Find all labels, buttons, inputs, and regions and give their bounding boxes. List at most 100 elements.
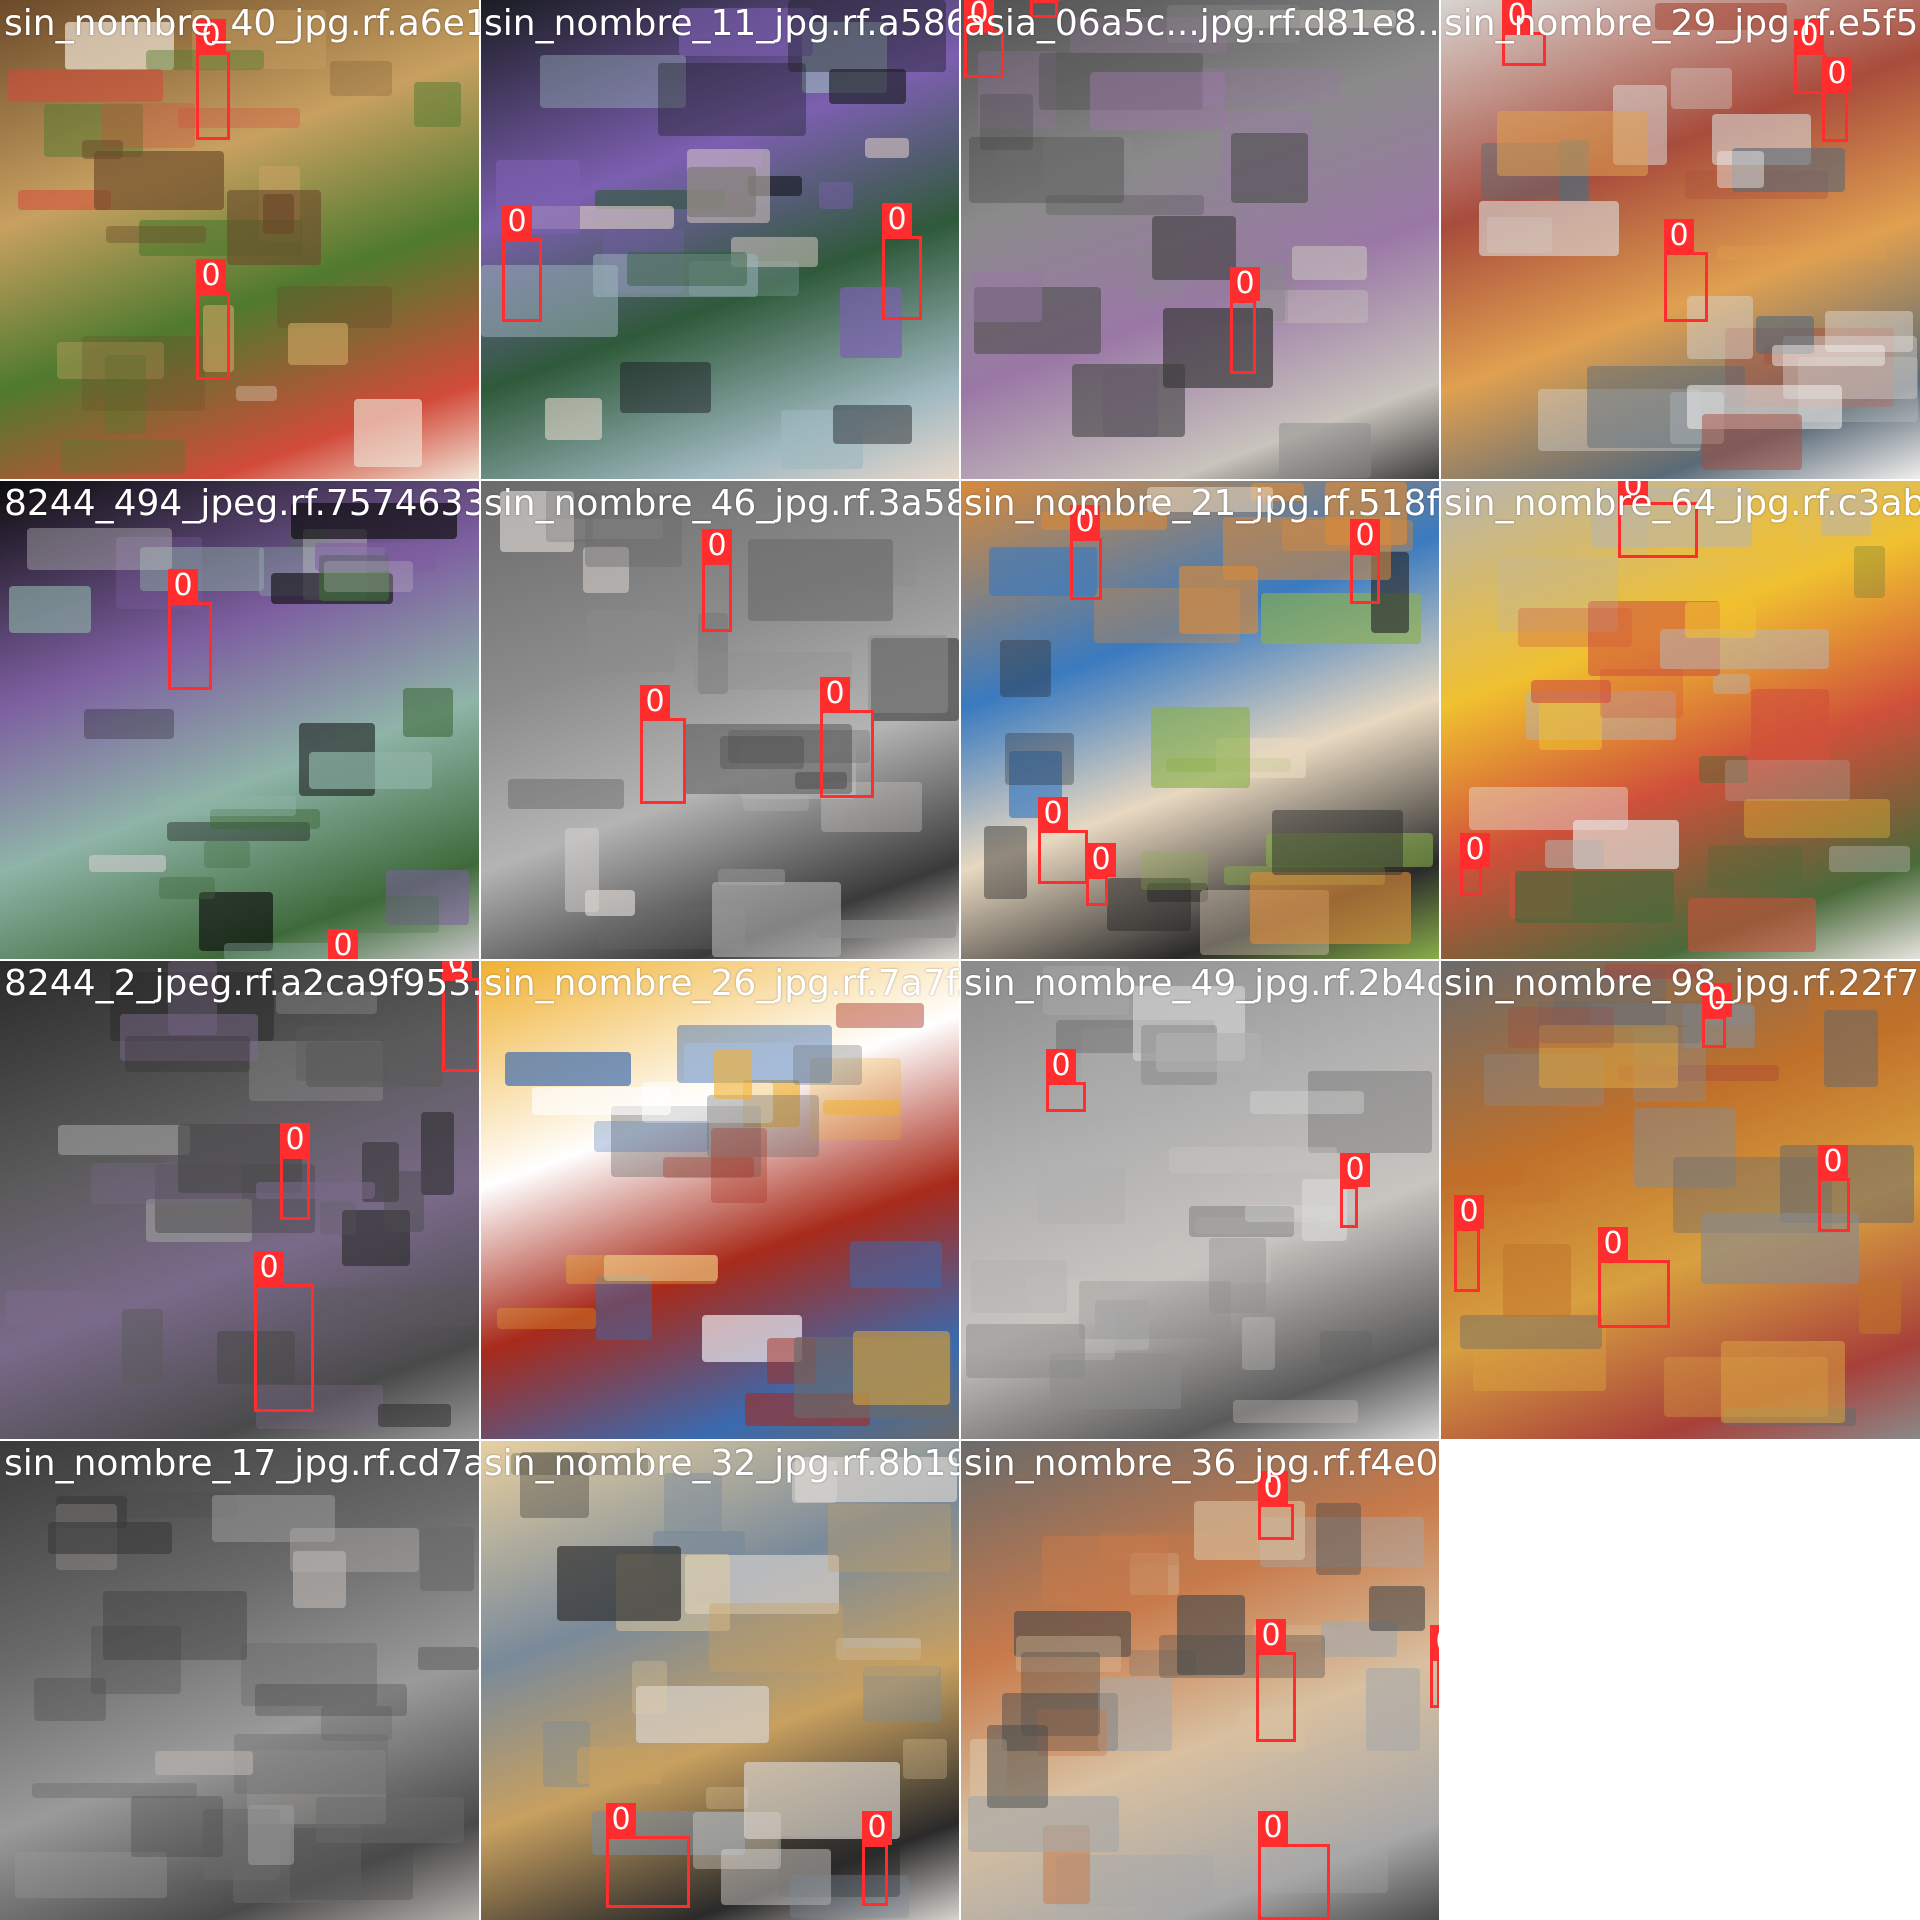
mosaic-tile: sin_nombre_17_jpg.rf.cd7a5... <box>0 1440 480 1920</box>
detection-class-label: 0 <box>502 205 532 239</box>
photo-texture-patch <box>619 362 711 414</box>
mosaic-tile: 00sin_nombre_32_jpg.rf.8b196... <box>480 1440 960 1920</box>
photo-texture-patch <box>1717 150 1764 189</box>
photo-texture-patch <box>256 1182 375 1199</box>
photo-texture-patch <box>7 69 164 102</box>
photo-texture-patch <box>564 827 599 912</box>
mosaic-tile: 00sin_nombre_64_jpg.rf.c3ab7... <box>1440 480 1920 960</box>
grid-separator-horizontal <box>0 1439 1920 1441</box>
photo-texture-patch <box>1724 760 1850 801</box>
photo-texture-patch <box>226 189 321 265</box>
photo-texture-patch <box>1232 1400 1358 1423</box>
detection-box: 0 <box>1454 1195 1484 1292</box>
photo-texture-patch <box>306 1042 444 1087</box>
photo-texture-patch <box>1319 1330 1372 1365</box>
photo-texture-patch <box>1162 307 1273 388</box>
photo-texture-patch <box>687 148 771 224</box>
photo-texture-patch <box>595 1276 652 1340</box>
photo-texture-patch <box>1004 732 1074 786</box>
photo-texture-patch <box>155 1750 253 1776</box>
photo-texture-patch <box>1469 786 1628 831</box>
photo-texture-patch <box>1231 132 1308 203</box>
photo-texture-patch <box>1147 487 1273 513</box>
detection-class-label: 0 <box>168 569 198 603</box>
photo-texture-patch <box>1507 1007 1614 1048</box>
photo-texture-patch <box>664 1473 723 1534</box>
photo-texture-patch <box>378 1404 452 1428</box>
detection-class-label: 0 <box>1070 505 1100 539</box>
photo-texture-patch <box>1315 1503 1361 1575</box>
photo-texture-patch <box>1156 1032 1262 1072</box>
detection-box: 0 <box>1256 1619 1296 1742</box>
photo-texture-patch <box>556 1545 681 1621</box>
photo-texture-patch <box>587 609 676 673</box>
detection-box: 0 <box>502 205 542 322</box>
photo-texture-patch <box>1069 16 1227 53</box>
photo-texture-patch <box>313 1286 476 1327</box>
detection-class-label: 0 <box>280 1123 310 1157</box>
photo-texture-patch <box>532 1086 672 1115</box>
detection-box: 0 <box>1818 1145 1850 1232</box>
detection-box: 0 <box>196 19 230 140</box>
photo-texture-patch <box>1684 602 1757 639</box>
photo-texture-patch <box>1708 845 1803 889</box>
detection-box: 0 <box>606 1803 690 1908</box>
photo-texture-patch <box>790 1875 909 1918</box>
photo-texture-patch <box>8 586 91 634</box>
photo-texture-patch <box>154 795 297 817</box>
photo-texture-patch <box>1517 608 1632 648</box>
photo-texture-patch <box>84 709 174 740</box>
detection-box: 0 <box>882 203 922 320</box>
photo-texture-patch <box>1368 1585 1425 1632</box>
detection-class-label: 0 <box>1256 1619 1286 1653</box>
detection-box: 0 <box>1502 0 1546 66</box>
photo-texture-patch <box>1365 1668 1420 1752</box>
mosaic-tile: 00sin_nombre_11_jpg.rf.a586a... <box>480 0 960 480</box>
photo-texture-patch <box>1701 413 1802 470</box>
detection-box: 0 <box>196 259 230 380</box>
photo-texture-patch <box>594 1121 709 1152</box>
photo-texture-patch <box>168 960 217 1035</box>
detection-class-label: 0 <box>1818 1145 1848 1179</box>
photo-texture-patch <box>711 1128 768 1204</box>
photo-texture-patch <box>631 1660 667 1714</box>
photo-texture-patch <box>1502 1244 1571 1318</box>
photo-texture-patch <box>1158 1634 1325 1679</box>
photo-texture-patch <box>290 503 457 539</box>
photo-texture-patch <box>323 561 414 593</box>
photo-texture-patch <box>15 1851 167 1898</box>
photo-texture-patch <box>316 1796 464 1844</box>
photo-texture-patch <box>849 1241 943 1289</box>
photo-texture-patch <box>57 1125 190 1156</box>
photo-texture-patch <box>706 1786 748 1809</box>
detection-box: 0 <box>280 1123 310 1220</box>
photo-texture-patch <box>34 1678 106 1721</box>
photo-texture-patch <box>1079 1281 1231 1340</box>
photo-texture-patch <box>1670 67 1733 109</box>
photo-texture-patch <box>1688 897 1816 952</box>
photo-texture-patch <box>1743 799 1890 839</box>
photo-texture-patch <box>308 752 432 790</box>
detection-box: 0 <box>1350 519 1380 604</box>
photo-texture-patch <box>1599 668 1684 718</box>
photo-texture-patch <box>902 1738 947 1779</box>
photo-texture-patch <box>828 1503 952 1573</box>
photo-texture-patch <box>1459 1314 1602 1350</box>
photo-texture-patch <box>505 1051 632 1087</box>
detection-class-label: 0 <box>1598 1227 1628 1261</box>
mosaic-tile: 00sin_nombre_49_jpg.rf.2b4ca... <box>960 960 1440 1440</box>
mosaic-tile: 0000sin_nombre_36_jpg.rf.f4e00d6fbddb722… <box>960 1440 1440 1920</box>
photo-texture-patch <box>1496 110 1649 177</box>
photo-texture-patch <box>418 1646 480 1671</box>
detection-class-label: 0 <box>1258 1811 1288 1845</box>
detection-box: 0 <box>254 1251 314 1412</box>
photo-texture-patch <box>1021 1652 1101 1737</box>
photo-texture-patch <box>1829 846 1910 872</box>
photo-texture-patch <box>1291 246 1367 280</box>
photo-texture-patch <box>81 140 124 159</box>
detection-box: 0 <box>442 960 480 1072</box>
photo-texture-patch <box>835 1003 925 1029</box>
mosaic-tile: 0000sin_nombre_98_jpg.rf.22f78... <box>1440 960 1920 1440</box>
detection-box: 0 <box>1664 219 1708 322</box>
detection-box: 0 <box>1046 1049 1086 1112</box>
